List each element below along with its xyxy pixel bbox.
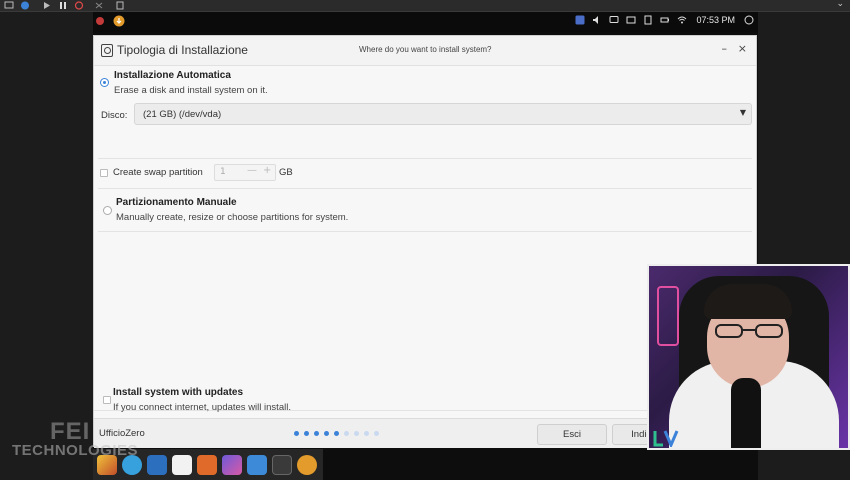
auto-install-description: Erase a disk and install system on it. (114, 85, 268, 96)
swap-label[interactable]: Create swap partition (113, 167, 203, 178)
screen: ⌄ 07:53 PM Tipologia di Installazione Wh… (0, 0, 850, 480)
top-panel: 07:53 PM (93, 12, 758, 32)
network-icon[interactable] (677, 15, 687, 25)
step-dot (374, 431, 379, 436)
play-icon[interactable] (42, 1, 52, 10)
webcam-overlay (647, 264, 850, 450)
auto-install-radio[interactable] (100, 78, 109, 87)
files-icon[interactable] (247, 454, 267, 475)
settings-icon[interactable] (94, 1, 104, 10)
chat-icon[interactable] (609, 15, 619, 25)
terminal-icon[interactable] (272, 454, 292, 475)
disk-label: Disco: (101, 110, 128, 121)
chevron-down-icon: ▼ (739, 108, 746, 117)
manual-partition-radio[interactable] (103, 206, 112, 215)
clock[interactable]: 07:53 PM (696, 15, 735, 25)
document-icon[interactable] (172, 454, 192, 475)
plus-icon[interactable]: + (263, 165, 271, 176)
step-dot (314, 431, 319, 436)
auto-install-title[interactable]: Installazione Automatica (114, 70, 231, 81)
swap-unit: GB (279, 167, 293, 178)
microphone (731, 378, 761, 448)
updates-checkbox[interactable] (103, 396, 111, 404)
clipboard-icon[interactable] (643, 15, 653, 25)
swap-size-stepper[interactable]: 1 — + (214, 164, 276, 181)
glasses-icon (715, 324, 783, 338)
window-subtitle: Where do you want to install system? (359, 45, 492, 54)
updates-title[interactable]: Install system with updates (113, 387, 243, 398)
channel-logo-icon (653, 430, 679, 447)
display-icon[interactable] (626, 15, 636, 25)
disk-select-value: (21 GB) (/dev/vda) (143, 109, 222, 120)
screen-icon[interactable] (4, 1, 14, 10)
host-toolbar: ⌄ (0, 0, 850, 12)
pause-icon[interactable] (58, 1, 68, 10)
info-icon[interactable] (20, 1, 30, 10)
updates-description: If you connect internet, updates will in… (113, 402, 291, 413)
neon-sign (657, 286, 679, 346)
installer-app-icon (101, 44, 113, 57)
step-indicator (294, 431, 379, 436)
step-dot (324, 431, 329, 436)
quit-button[interactable]: Esci (537, 424, 607, 445)
window-title: Tipologia di Installazione (117, 43, 248, 57)
hair (704, 284, 792, 319)
photos-icon[interactable] (222, 454, 242, 475)
watermark-line2: TECHNOLOGIES (12, 442, 139, 459)
power-icon[interactable] (74, 1, 84, 10)
window-titlebar[interactable]: Tipologia di Installazione Where do you … (94, 36, 756, 66)
step-dot (344, 431, 349, 436)
ball-icon[interactable] (95, 16, 105, 26)
minus-icon[interactable]: — (247, 165, 257, 176)
close-icon[interactable]: × (738, 42, 747, 55)
divider (98, 231, 752, 232)
step-dot (354, 431, 359, 436)
installer-icon[interactable] (297, 454, 317, 475)
host-menu-icon[interactable]: ⌄ (836, 0, 844, 9)
app-tray-icon[interactable] (575, 15, 585, 25)
minimize-icon[interactable]: – (722, 42, 728, 55)
step-dot (304, 431, 309, 436)
manual-partition-description: Manually create, resize or choose partit… (116, 212, 349, 223)
usb-icon[interactable] (115, 1, 125, 10)
swap-size-value[interactable]: 1 (220, 167, 226, 177)
swap-checkbox[interactable] (100, 169, 108, 177)
volume-icon[interactable] (592, 15, 602, 25)
divider (98, 188, 752, 189)
step-dot (364, 431, 369, 436)
brand-label: UfficioZero (99, 428, 145, 439)
divider (98, 158, 752, 159)
store-icon[interactable] (197, 454, 217, 475)
notifications-icon[interactable] (744, 15, 754, 25)
step-dot (294, 431, 299, 436)
manual-partition-title[interactable]: Partizionamento Manuale (116, 197, 237, 208)
updater-icon[interactable] (113, 15, 125, 27)
security-icon[interactable] (147, 454, 167, 475)
battery-icon[interactable] (660, 15, 670, 25)
disk-select[interactable]: (21 GB) (/dev/vda) ▼ (134, 103, 752, 125)
step-dot (334, 431, 339, 436)
